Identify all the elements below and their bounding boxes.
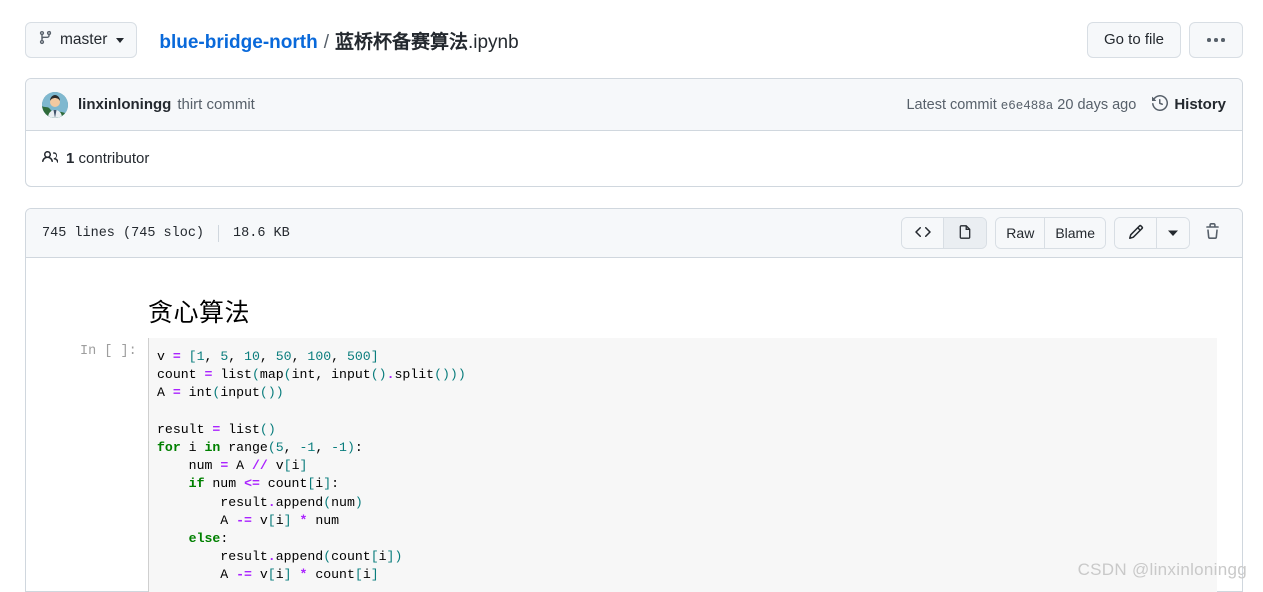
latest-commit-header: linxinloningg thirt commit Latest commit… <box>26 79 1242 131</box>
avatar[interactable] <box>42 91 68 118</box>
contributors-label: contributor <box>78 150 150 167</box>
latest-commit-box: linxinloningg thirt commit Latest commit… <box>25 78 1243 187</box>
file-navigation-bar: master blue-bridge-north / 蓝桥杯备赛算法 .ipynb… <box>25 20 1243 60</box>
commit-sha[interactable]: e6e488a <box>1001 99 1054 113</box>
breadcrumb-file-name: 蓝桥杯备赛算法 <box>334 31 468 53</box>
ellipsis-dot-icon <box>1214 38 1218 42</box>
file-size-info: 745 lines (745 sloc) 18.6 KB <box>42 224 290 242</box>
view-mode-toggle-group <box>901 217 988 249</box>
edit-options-button[interactable] <box>1157 218 1189 248</box>
commit-meta: Latest commit e6e488a 20 days ago Histor… <box>906 94 1226 115</box>
pencil-icon <box>1128 224 1144 243</box>
edit-file-button[interactable] <box>1115 218 1157 248</box>
github-file-view: master blue-bridge-north / 蓝桥杯备赛算法 .ipynb… <box>0 0 1263 592</box>
contributors-row: 1 contributor <box>26 131 1242 186</box>
notebook-code-content: v = [1, 5, 10, 50, 100, 500] count = lis… <box>157 349 466 583</box>
commit-time: 20 days ago <box>1057 96 1137 113</box>
breadcrumb: blue-bridge-north / 蓝桥杯备赛算法 .ipynb <box>159 27 518 54</box>
file-meta-divider <box>218 224 220 242</box>
branch-name-label: master <box>60 31 108 48</box>
people-icon <box>42 149 59 169</box>
code-brackets-icon <box>915 224 931 243</box>
go-to-file-button[interactable]: Go to file <box>1086 22 1181 58</box>
file-navigation-actions: Go to file <box>1086 22 1243 58</box>
file-document-icon <box>957 224 973 243</box>
contributors-count: 1 <box>66 150 75 167</box>
chevron-down-icon <box>116 37 125 43</box>
file-line-count: 745 lines (745 sloc) <box>42 225 205 241</box>
breadcrumb-separator: / <box>323 31 329 53</box>
notebook-markdown-heading: 贪心算法 <box>148 299 251 327</box>
breadcrumb-file-extension: .ipynb <box>467 31 519 53</box>
contributors-link[interactable]: 1 contributor <box>42 149 149 169</box>
view-rendered-preview-button[interactable] <box>944 218 987 248</box>
ellipsis-dot-icon <box>1221 38 1225 42</box>
file-action-buttons: Raw Blame <box>901 217 1226 249</box>
history-label: History <box>1174 96 1226 113</box>
raw-button[interactable]: Raw <box>996 218 1046 248</box>
delete-file-button[interactable] <box>1198 218 1226 248</box>
commit-author-link[interactable]: linxinloningg <box>78 96 171 113</box>
file-byte-size: 18.6 KB <box>233 225 290 241</box>
history-clock-icon <box>1152 94 1169 115</box>
edit-group <box>1114 217 1190 249</box>
more-options-button[interactable] <box>1189 22 1243 58</box>
raw-blame-group: Raw Blame <box>995 217 1106 249</box>
breadcrumb-repo-link[interactable]: blue-bridge-north <box>159 32 317 54</box>
branch-selector-button[interactable]: master <box>25 22 138 58</box>
latest-commit-label: Latest commit <box>906 96 997 113</box>
notebook-cell-prompt: In [ ]: <box>80 344 137 359</box>
chevron-down-icon <box>1168 225 1178 241</box>
latest-commit-info: Latest commit e6e488a 20 days ago <box>906 97 1136 113</box>
file-header-toolbar: 745 lines (745 sloc) 18.6 KB Raw Blame <box>26 209 1242 258</box>
view-source-code-button[interactable] <box>902 218 945 248</box>
blame-button[interactable]: Blame <box>1045 218 1105 248</box>
trash-icon <box>1204 223 1221 243</box>
ellipsis-dot-icon <box>1207 38 1211 42</box>
notebook-code-cell[interactable]: v = [1, 5, 10, 50, 100, 500] count = lis… <box>148 338 1217 592</box>
commit-message[interactable]: thirt commit <box>177 96 255 113</box>
history-button[interactable]: History <box>1152 94 1226 115</box>
git-branch-icon <box>38 30 53 50</box>
